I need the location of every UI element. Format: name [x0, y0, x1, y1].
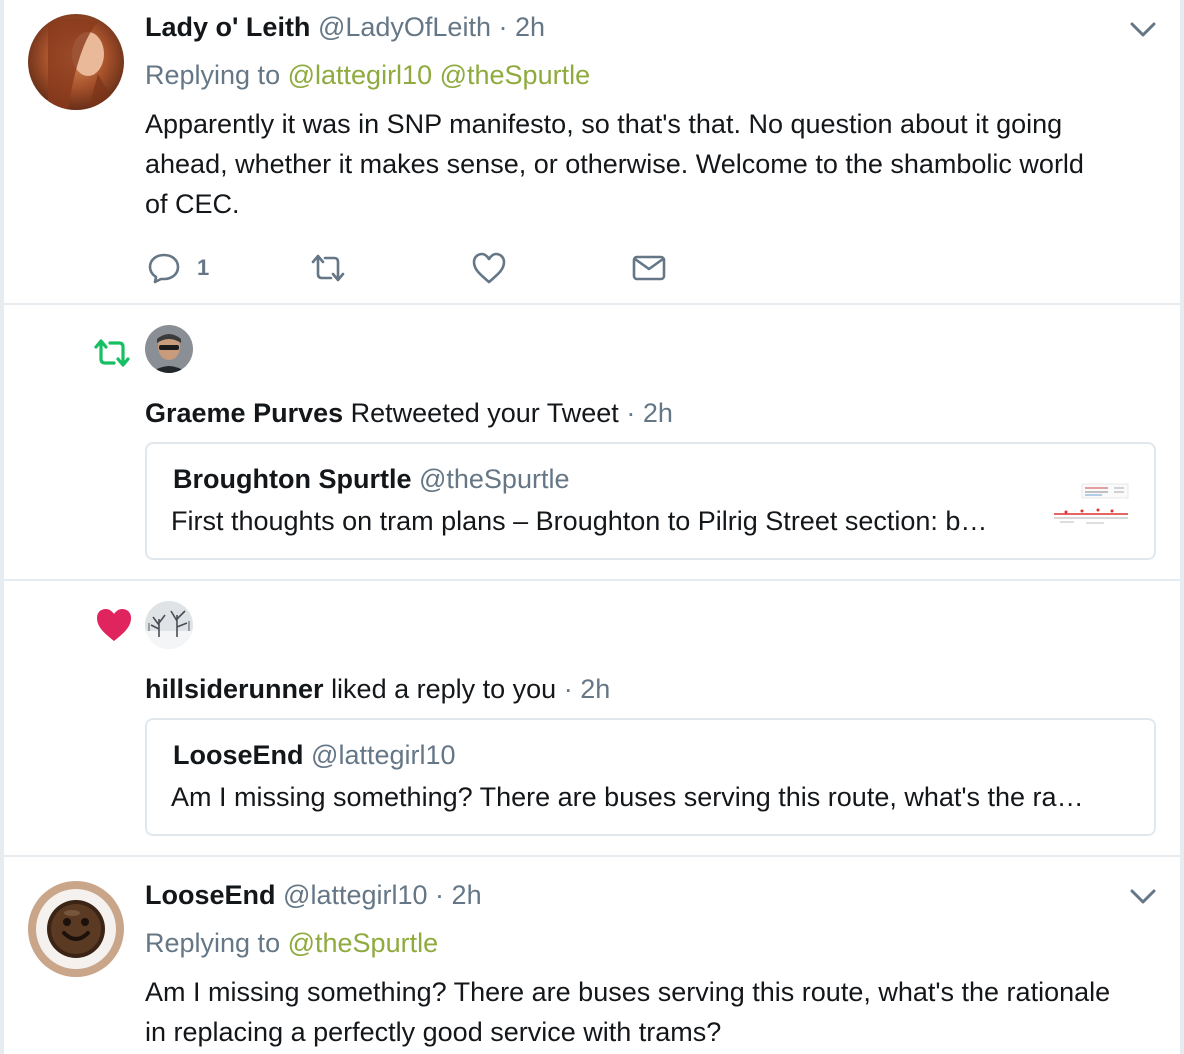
tweet-looseend[interactable]: LooseEnd @lattegirl10 · 2h Replying to @…: [4, 857, 1180, 1054]
tweet-header: LooseEnd @lattegirl10 · 2h: [145, 880, 482, 911]
retweet-button[interactable]: [309, 248, 347, 288]
notification-time: 2h: [642, 398, 673, 428]
chevron-down-icon[interactable]: [1128, 885, 1158, 909]
card-header: Broughton Spurtle @theSpurtle: [173, 464, 569, 495]
message-button[interactable]: [631, 248, 667, 288]
separator-dot: ·: [498, 12, 508, 42]
replying-to-line: Replying to @theSpurtle: [145, 928, 438, 959]
retweet-icon: [311, 254, 345, 282]
like-button[interactable]: [471, 248, 507, 288]
tweet-text-line: of CEC.: [145, 189, 240, 219]
quoted-tweet-card[interactable]: LooseEnd @lattegirl10 Am I missing somet…: [145, 718, 1156, 836]
replying-to-line: Replying to @lattegirl10 @theSpurtle: [145, 60, 590, 91]
tweet-text-line: Am I missing something? There are buses …: [145, 977, 1111, 1007]
mention-link[interactable]: @lattegirl10: [288, 60, 432, 90]
card-text: Am I missing something? There are buses …: [171, 782, 1084, 812]
right-border: [1180, 0, 1184, 1054]
notification-text: Graeme Purves Retweeted your Tweet · 2h: [145, 398, 673, 429]
author-name[interactable]: LooseEnd: [145, 880, 276, 910]
map-thumbnail: [1054, 483, 1129, 524]
avatar[interactable]: [28, 14, 124, 110]
avatar[interactable]: [28, 881, 124, 977]
notification-like[interactable]: hillsiderunner liked a reply to you · 2h…: [4, 581, 1180, 856]
tweet-header: Lady o' Leith @LadyOfLeith · 2h: [145, 12, 545, 43]
replying-to-label: Replying to: [145, 928, 281, 958]
card-author-name: LooseEnd: [173, 740, 304, 770]
tweet-lady-o-leith[interactable]: Lady o' Leith @LadyOfLeith · 2h Replying…: [4, 0, 1180, 304]
separator-dot: ·: [563, 674, 573, 704]
tweet-text: Am I missing something? There are buses …: [145, 972, 1150, 1052]
separator-dot: ·: [435, 880, 445, 910]
notification-time: 2h: [580, 674, 611, 704]
notification-action: Retweeted your Tweet: [350, 398, 619, 428]
card-author-handle: @lattegirl10: [311, 740, 456, 770]
reply-icon: [148, 253, 180, 284]
notification-text: hillsiderunner liked a reply to you · 2h: [145, 674, 610, 705]
tweet-text: Apparently it was in SNP manifesto, so t…: [145, 104, 1150, 224]
avatar[interactable]: [145, 601, 193, 649]
message-icon: [632, 255, 666, 281]
tweet-time[interactable]: 2h: [452, 880, 482, 910]
reply-count: 1: [197, 255, 210, 280]
like-icon: [472, 252, 506, 284]
separator-dot: ·: [626, 398, 636, 428]
reply-button[interactable]: 1: [147, 248, 209, 288]
notification-retweet[interactable]: Graeme Purves Retweeted your Tweet · 2h …: [4, 305, 1180, 580]
notifier-name[interactable]: hillsiderunner: [145, 674, 324, 704]
tweet-time[interactable]: 2h: [515, 12, 545, 42]
avatar[interactable]: [145, 325, 193, 373]
author-name[interactable]: Lady o' Leith: [145, 12, 310, 42]
retweet-icon: [94, 339, 130, 367]
card-author-name: Broughton Spurtle: [173, 464, 412, 494]
quoted-tweet-card[interactable]: Broughton Spurtle @theSpurtle First thou…: [145, 442, 1156, 560]
card-text: First thoughts on tram plans – Broughton…: [171, 506, 988, 536]
card-header: LooseEnd @lattegirl10: [173, 740, 456, 771]
author-handle[interactable]: @LadyOfLeith: [318, 12, 491, 42]
card-author-handle: @theSpurtle: [418, 464, 570, 494]
replying-to-label: Replying to: [145, 60, 281, 90]
mention-link[interactable]: @theSpurtle: [288, 928, 439, 958]
tweet-text-line: ahead, whether it makes sense, or otherw…: [145, 149, 1084, 179]
notification-action: liked a reply to you: [331, 674, 557, 704]
tweet-text-line: Apparently it was in SNP manifesto, so t…: [145, 109, 1063, 139]
notifier-name[interactable]: Graeme Purves: [145, 398, 343, 428]
heart-icon: [97, 609, 131, 641]
chevron-down-icon[interactable]: [1128, 18, 1158, 42]
tweet-text-line: in replacing a perfectly good service wi…: [145, 1017, 722, 1047]
author-handle[interactable]: @lattegirl10: [283, 880, 427, 910]
mention-link[interactable]: @theSpurtle: [440, 60, 591, 90]
